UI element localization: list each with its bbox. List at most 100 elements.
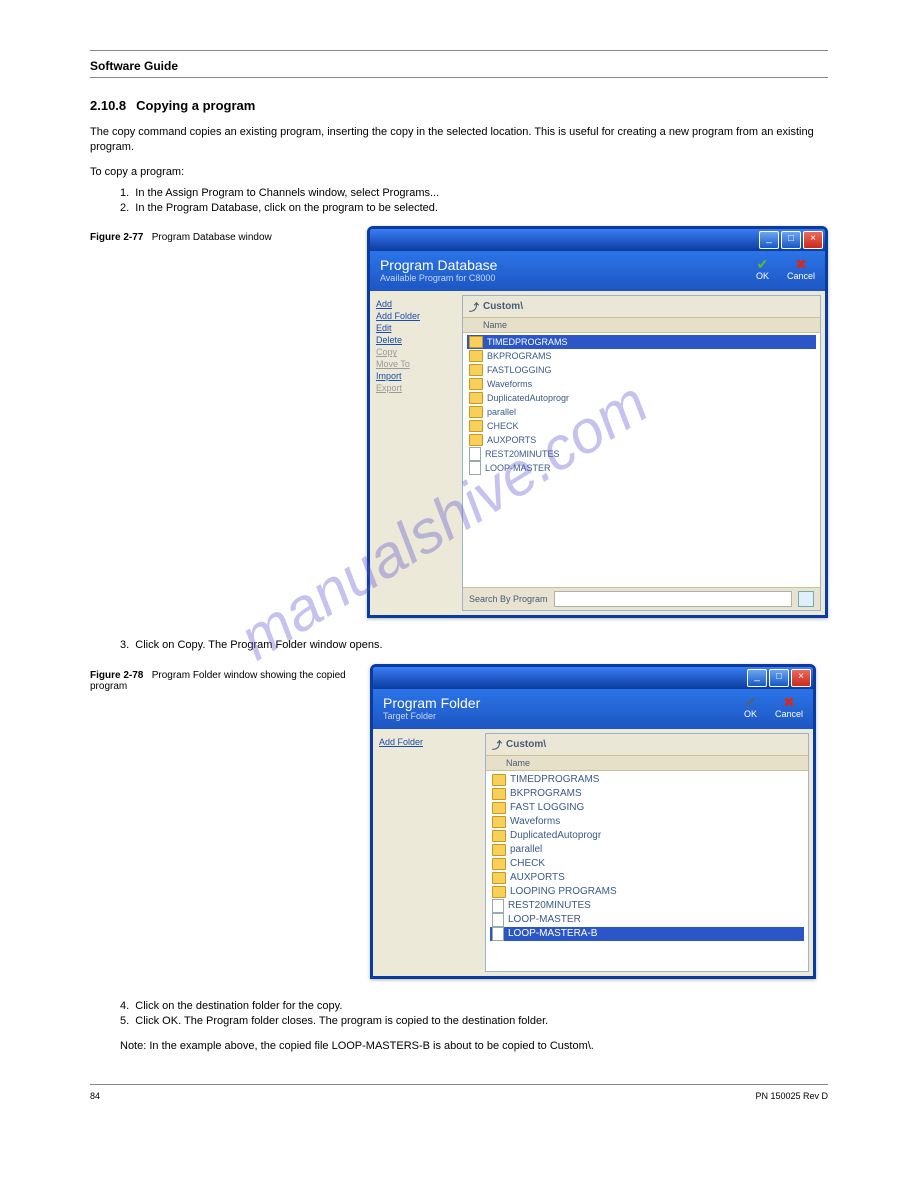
list-item[interactable]: parallel	[467, 405, 816, 419]
sidebar-import[interactable]: Import	[376, 371, 456, 381]
list-empty-space-2	[486, 943, 808, 971]
folder-icon	[469, 434, 483, 446]
window-body-2: Add Folder ⤴ Custom\ Name TIMEDPROGRAMS B…	[373, 729, 813, 976]
sidebar-export: Export	[376, 383, 456, 393]
list-empty-space	[463, 477, 820, 587]
folder-icon	[469, 406, 483, 418]
document-icon	[469, 447, 481, 461]
list-item[interactable]: LOOPING PROGRAMS	[490, 885, 804, 899]
folder-icon	[469, 336, 483, 348]
step-1: 1. In the Assign Program to Channels win…	[120, 186, 828, 201]
close-button[interactable]: ×	[803, 231, 823, 249]
titlebar-2: _ □ ×	[373, 667, 813, 689]
rule-top	[90, 40, 828, 51]
sidebar-delete[interactable]: Delete	[376, 335, 456, 345]
folder-icon	[469, 420, 483, 432]
maximize-button[interactable]: □	[781, 231, 801, 249]
page-footer: 84 PN 150025 Rev D	[90, 1084, 828, 1121]
document-icon	[492, 899, 504, 913]
maximize-button-2[interactable]: □	[769, 669, 789, 687]
up-icon: ⤴	[469, 299, 479, 314]
cancel-icon-2: ✖	[775, 695, 803, 709]
list-item[interactable]: LOOP-MASTER	[490, 913, 804, 927]
list-item-label: FASTLOGGING	[487, 365, 552, 375]
list-item-label: TIMEDPROGRAMS	[510, 774, 599, 785]
sidebar-addfolder-2[interactable]: Add Folder	[379, 737, 479, 747]
document-icon	[492, 913, 504, 927]
list-item[interactable]: FAST LOGGING	[490, 801, 804, 815]
minimize-button[interactable]: _	[759, 231, 779, 249]
ok-label-2: OK	[744, 709, 757, 719]
figure-2-row: Figure 2-78 Program Folder window showin…	[90, 664, 828, 979]
list-item[interactable]: LOOP-MASTER	[467, 461, 816, 475]
list-item[interactable]: REST20MINUTES	[490, 899, 804, 913]
list-item-label: CHECK	[510, 858, 545, 869]
column-header-2[interactable]: Name	[486, 756, 808, 771]
page-number: 84	[90, 1091, 100, 1101]
folder-icon	[492, 774, 506, 786]
list-item[interactable]: CHECK	[490, 857, 804, 871]
document-icon	[469, 461, 481, 475]
figure-1-num: Figure 2-77	[90, 232, 143, 243]
breadcrumb-1[interactable]: ⤴ Custom\	[463, 296, 820, 318]
list-item[interactable]: CHECK	[467, 419, 816, 433]
figure-2-num: Figure 2-78	[90, 670, 143, 681]
list-item-label: CHECK	[487, 421, 519, 431]
main-panel-2: ⤴ Custom\ Name TIMEDPROGRAMS BKPROGRAMSFA…	[485, 733, 809, 972]
list-item[interactable]: AUXPORTS	[467, 433, 816, 447]
crumb-text-1: Custom\	[483, 301, 523, 312]
header-band-1: Program Database Available Program for C…	[370, 251, 825, 291]
file-list-2: TIMEDPROGRAMS BKPROGRAMSFAST LOGGING Wavef…	[486, 771, 808, 943]
cancel-button-2[interactable]: ✖ Cancel	[775, 695, 803, 719]
folder-icon	[492, 830, 506, 842]
minimize-button-2[interactable]: _	[747, 669, 767, 687]
list-item-label: LOOP-MASTER	[508, 914, 581, 925]
ordered-steps: 1. In the Assign Program to Channels win…	[120, 186, 828, 217]
list-item[interactable]: BKPROGRAMS	[467, 349, 816, 363]
list-item[interactable]: BKPROGRAMS	[490, 787, 804, 801]
list-item[interactable]: DuplicatedAutoprogr	[467, 391, 816, 405]
step-5-text: Click OK. The Program folder closes. The…	[135, 1015, 548, 1027]
ok-label-1: OK	[756, 271, 769, 281]
list-item[interactable]: Waveforms	[490, 815, 804, 829]
sidebar-add[interactable]: Add	[376, 299, 456, 309]
list-item[interactable]: TIMEDPROGRAMS	[467, 335, 816, 349]
search-label: Search By Program	[469, 594, 548, 604]
section-heading: Software Guide	[90, 59, 828, 73]
window-subtitle-1: Available Program for C8000	[380, 273, 498, 283]
search-input[interactable]	[554, 591, 793, 607]
list-item[interactable]: LOOP-MASTERA-B	[490, 927, 804, 941]
search-toggle-icon[interactable]	[798, 591, 814, 607]
list-item-label: FAST LOGGING	[510, 802, 584, 813]
folder-icon	[469, 378, 483, 390]
list-item[interactable]: FASTLOGGING	[467, 363, 816, 377]
list-item-label: Waveforms	[487, 379, 532, 389]
list-item[interactable]: DuplicatedAutoprogr	[490, 829, 804, 843]
cancel-button-1[interactable]: ✖ Cancel	[787, 257, 815, 281]
close-button-2[interactable]: ×	[791, 669, 811, 687]
breadcrumb-2[interactable]: ⤴ Custom\	[486, 734, 808, 756]
folder-icon	[492, 844, 506, 856]
check-icon: ✔	[756, 257, 769, 271]
list-item[interactable]: parallel	[490, 843, 804, 857]
ok-button-2[interactable]: ✔ OK	[744, 695, 757, 719]
main-panel-1: ⤴ Custom\ Name TIMEDPROGRAMS BKPROGRAMS FA…	[462, 295, 821, 611]
section-number-label: 2.10.8	[90, 98, 126, 113]
ok-button-1[interactable]: ✔ OK	[756, 257, 769, 281]
folder-icon	[469, 350, 483, 362]
list-item[interactable]: AUXPORTS	[490, 871, 804, 885]
figure-1-caption: Figure 2-77 Program Database window	[90, 226, 367, 243]
sidebar-edit[interactable]: Edit	[376, 323, 456, 333]
sidebar-copy: Copy	[376, 347, 456, 357]
list-item-label: TIMEDPROGRAMS	[487, 337, 568, 347]
sidebar-addfolder[interactable]: Add Folder	[376, 311, 456, 321]
list-item-label: parallel	[487, 407, 516, 417]
list-item[interactable]: TIMEDPROGRAMS	[490, 773, 804, 787]
list-item-label: AUXPORTS	[510, 872, 565, 883]
step-1-text: In the Assign Program to Channels window…	[135, 187, 439, 199]
step-2-text: In the Program Database, click on the pr…	[135, 202, 438, 214]
column-header-1[interactable]: Name	[463, 318, 820, 333]
list-item[interactable]: REST20MINUTES	[467, 447, 816, 461]
section-number: 2.10.8 Copying a program	[90, 98, 828, 113]
list-item[interactable]: Waveforms	[467, 377, 816, 391]
